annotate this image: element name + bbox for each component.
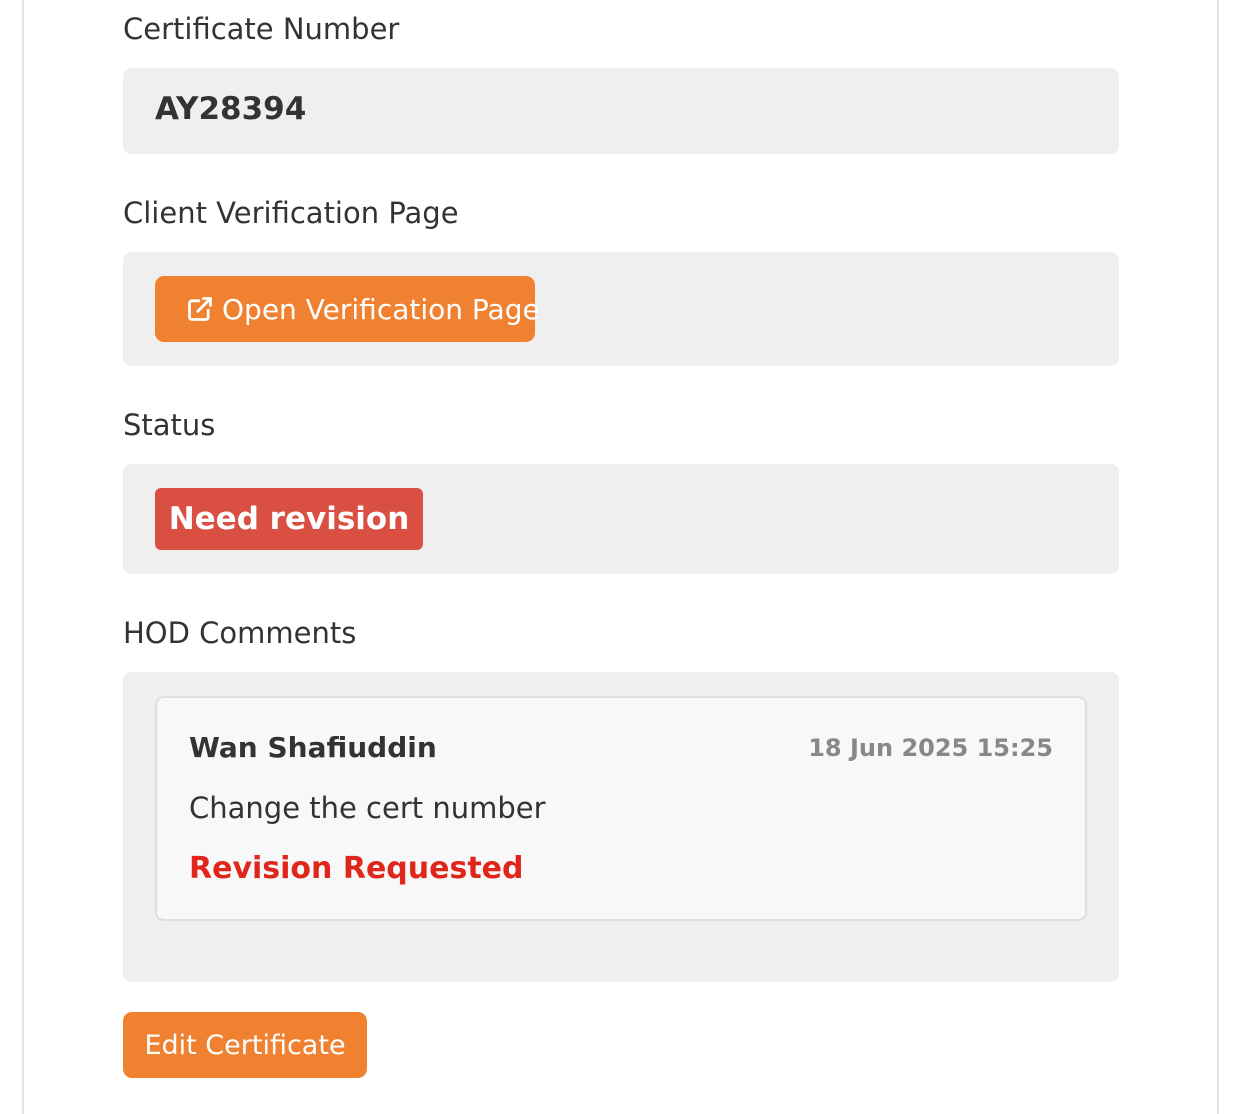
hod-comments-label: HOD Comments	[123, 616, 357, 650]
certificate-number-panel: AY28394	[123, 68, 1119, 154]
open-verification-page-button[interactable]: Open Verification Page	[155, 276, 540, 342]
certificate-number-value: AY28394	[155, 91, 307, 127]
comment-text: Change the cert number	[189, 791, 546, 825]
comment-status: Revision Requested	[189, 851, 524, 886]
certificate-number-label: Certificate Number	[123, 12, 400, 46]
comment-author: Wan Shafiuddin	[189, 731, 437, 764]
status-badge: Need revision	[155, 488, 423, 550]
status-label: Status	[123, 408, 216, 442]
client-verification-label: Client Verification Page	[123, 196, 459, 230]
edit-certificate-button[interactable]: Edit Certificate	[123, 1012, 367, 1078]
comment-card: Wan Shafiuddin 18 Jun 2025 15:25 Change …	[155, 696, 1087, 921]
hod-comments-panel: Wan Shafiuddin 18 Jun 2025 15:25 Change …	[123, 672, 1119, 982]
comment-timestamp: 18 Jun 2025 15:25	[808, 734, 1053, 762]
status-panel: Need revision	[123, 464, 1119, 574]
external-link-icon	[186, 295, 222, 323]
client-verification-panel: Open Verification Page	[123, 252, 1119, 366]
open-verification-page-label: Open Verification Page	[222, 292, 540, 326]
